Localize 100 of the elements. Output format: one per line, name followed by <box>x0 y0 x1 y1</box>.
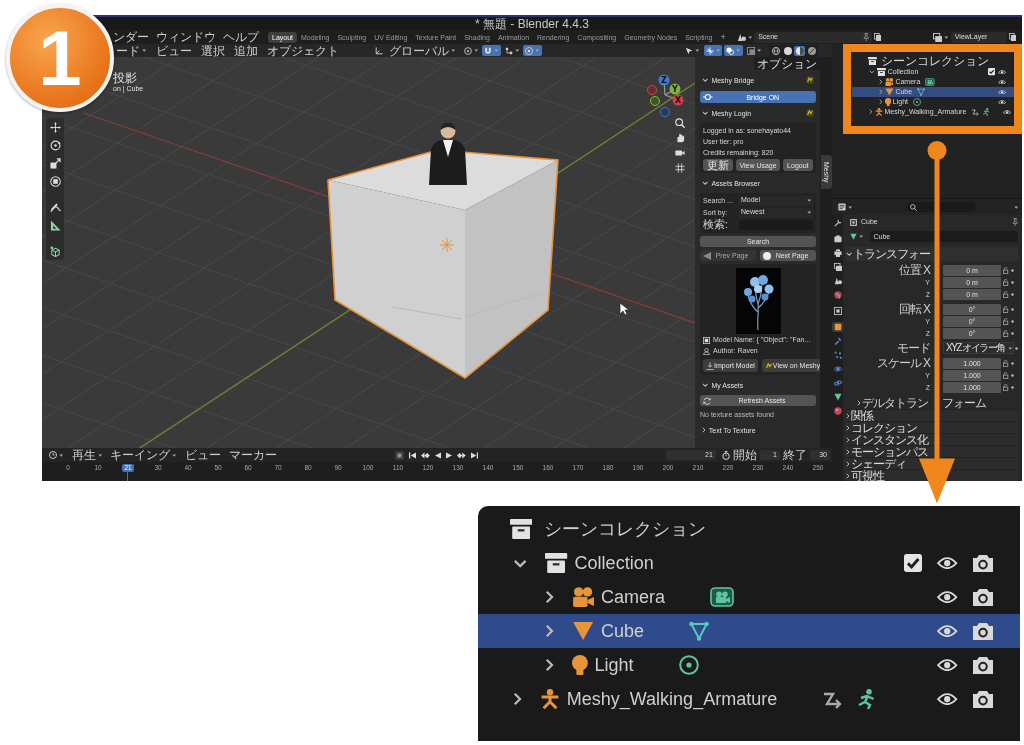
eye-icon[interactable] <box>937 624 958 638</box>
dropdown-field[interactable]: XYZ オイラー角 <box>943 342 1014 354</box>
outliner-item[interactable]: Light <box>594 656 634 674</box>
menu-item[interactable]: 選択 <box>199 44 226 57</box>
dot-icon[interactable] <box>1011 319 1015 323</box>
dot-icon[interactable] <box>1011 373 1015 377</box>
eye-icon[interactable] <box>1002 109 1011 115</box>
axes-icon[interactable] <box>375 46 383 55</box>
menu-item[interactable]: ンダー <box>113 30 149 44</box>
options-dropdown[interactable]: オプション <box>754 57 820 70</box>
dot-icon[interactable] <box>1011 280 1015 284</box>
dot-icon[interactable] <box>1011 385 1015 389</box>
properties-tab[interactable] <box>832 406 843 416</box>
properties-tab[interactable] <box>832 248 843 258</box>
panel-header[interactable]: 関係 <box>845 409 873 422</box>
tool-button[interactable] <box>47 200 63 214</box>
camera-icon[interactable] <box>972 690 993 708</box>
tool-button[interactable] <box>47 138 63 152</box>
menu-item[interactable]: ビュー <box>183 449 222 461</box>
tool-button[interactable] <box>47 120 63 134</box>
camera-icon[interactable] <box>972 656 993 674</box>
dot-icon[interactable] <box>1011 268 1015 272</box>
pin-icon[interactable] <box>862 33 870 41</box>
editor-type-button[interactable] <box>837 201 854 213</box>
playback-button[interactable] <box>420 449 431 461</box>
stopwatch-icon[interactable] <box>721 450 730 460</box>
dot-icon[interactable] <box>1011 331 1015 335</box>
gizmo-button[interactable] <box>703 45 722 56</box>
padlock-icon[interactable] <box>1003 317 1010 325</box>
chevron-icon[interactable] <box>545 624 554 638</box>
outliner-item[interactable]: Camera <box>600 588 665 606</box>
eye-icon[interactable] <box>937 590 958 604</box>
caret-icon[interactable] <box>859 234 864 238</box>
eye-icon[interactable] <box>998 89 1007 95</box>
add-workspace-button[interactable]: + <box>716 31 730 43</box>
shading-mode-button[interactable] <box>782 45 793 56</box>
character-figure[interactable] <box>429 122 467 185</box>
properties-tab[interactable] <box>832 378 843 388</box>
checkbox[interactable] <box>987 68 996 76</box>
eye-icon[interactable] <box>937 658 958 672</box>
padlock-icon[interactable] <box>1003 329 1010 337</box>
properties-tab[interactable] <box>832 364 843 374</box>
padlock-icon[interactable] <box>1003 290 1010 298</box>
caret-icon[interactable] <box>747 35 753 39</box>
overlay-button[interactable] <box>724 45 743 56</box>
menu-item[interactable]: ヘルプ <box>223 30 259 44</box>
layers-icon[interactable] <box>933 32 943 42</box>
outliner-item[interactable]: シーンコレクション <box>880 55 989 67</box>
view-control-button[interactable] <box>673 117 686 129</box>
shading-mode-button[interactable] <box>794 45 805 56</box>
pivot-button[interactable] <box>461 45 480 56</box>
duplicate-icon[interactable] <box>874 33 882 41</box>
tool-button[interactable] <box>47 174 63 188</box>
subpanel-header[interactable]: デルタトラン フォーム <box>845 396 986 409</box>
properties-tab[interactable] <box>832 262 843 272</box>
selectability-button[interactable] <box>683 45 702 56</box>
padlock-icon[interactable] <box>1003 278 1010 286</box>
caret-icon[interactable] <box>1013 205 1018 209</box>
camera-icon[interactable] <box>972 622 993 640</box>
caret-icon[interactable] <box>944 35 949 39</box>
record-button[interactable] <box>394 449 405 461</box>
camera-icon[interactable] <box>972 554 993 572</box>
selected-row[interactable]: Cube <box>478 614 1020 648</box>
snap-button[interactable] <box>482 45 501 56</box>
properties-tab[interactable] <box>832 306 843 316</box>
panel-button[interactable]: 更新 <box>703 159 734 171</box>
padlock-icon[interactable] <box>1003 359 1010 367</box>
properties-tab[interactable] <box>832 290 843 300</box>
eye-icon[interactable] <box>998 79 1007 85</box>
menu-item[interactable]: ウィンドウ <box>156 30 216 44</box>
xray-button[interactable] <box>744 45 763 56</box>
menu-item[interactable]: オブジェクト <box>265 44 340 57</box>
padlock-icon[interactable] <box>1003 305 1010 313</box>
shading-mode-button[interactable] <box>770 45 781 56</box>
properties-tab[interactable] <box>832 350 843 360</box>
chevron-icon[interactable] <box>545 658 554 672</box>
menu-item[interactable]: 追加 <box>232 44 259 57</box>
properties-tab[interactable] <box>832 276 843 286</box>
chevron-icon[interactable] <box>545 590 554 604</box>
menu-item[interactable]: キーイング <box>109 449 178 461</box>
playback-button[interactable] <box>469 449 479 461</box>
camera-icon[interactable] <box>972 588 993 606</box>
properties-tab[interactable] <box>832 392 843 402</box>
eye-icon[interactable] <box>998 69 1007 75</box>
cube-model[interactable] <box>327 149 559 379</box>
dot-icon[interactable] <box>1015 346 1018 350</box>
outliner-item[interactable]: Cube <box>600 622 644 640</box>
padlock-icon[interactable] <box>1003 383 1010 391</box>
shading-mode-button[interactable] <box>806 45 817 56</box>
dot-icon[interactable] <box>1011 361 1015 365</box>
eye-icon[interactable] <box>998 99 1007 105</box>
chevron-icon[interactable] <box>513 558 528 568</box>
navigation-gizmo[interactable]: Z Y X <box>646 74 684 118</box>
padlock-icon[interactable] <box>1003 266 1010 274</box>
properties-tab[interactable] <box>832 322 843 332</box>
menu-item[interactable]: 再生 <box>70 449 103 461</box>
search-field[interactable] <box>905 202 976 212</box>
chevron-icon[interactable] <box>513 692 522 706</box>
dot-icon[interactable] <box>1011 292 1015 296</box>
view-control-button[interactable] <box>673 162 686 174</box>
